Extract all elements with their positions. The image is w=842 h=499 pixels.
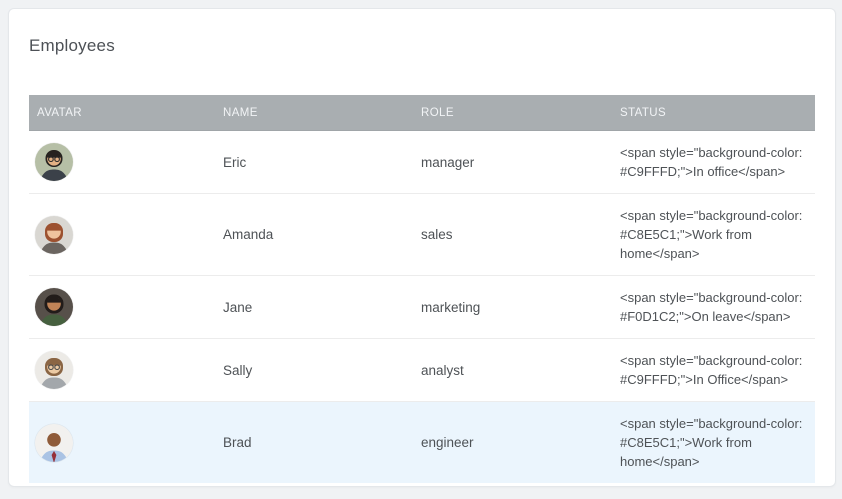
name-cell: Eric — [215, 141, 413, 184]
page-title: Employees — [29, 36, 815, 56]
person-avatar-icon — [35, 424, 73, 462]
avatar-cell — [29, 131, 215, 193]
role-cell: engineer — [413, 421, 612, 464]
employees-table: AVATAR NAME ROLE STATUS — [29, 95, 815, 483]
name-cell: Jane — [215, 286, 413, 329]
role-cell: manager — [413, 141, 612, 184]
table-row-selected[interactable]: Brad engineer <span style="background-co… — [29, 402, 815, 483]
status-raw-html-text: <span style="background-color: #C8E5C1;"… — [620, 414, 806, 471]
person-avatar-icon — [35, 351, 73, 389]
status-cell: <span style="background-color: #C9FFFD;"… — [612, 339, 810, 401]
table-row[interactable]: Amanda sales <span style="background-col… — [29, 194, 815, 276]
status-raw-html-text: <span style="background-color: #C9FFFD;"… — [620, 351, 806, 389]
status-cell: <span style="background-color: #C8E5C1;"… — [612, 402, 810, 483]
table-header-row: AVATAR NAME ROLE STATUS — [29, 95, 815, 131]
role-cell: marketing — [413, 286, 612, 329]
status-raw-html-text: <span style="background-color: #C9FFFD;"… — [620, 143, 806, 181]
name-cell: Amanda — [215, 213, 413, 256]
status-cell: <span style="background-color: #C9FFFD;"… — [612, 131, 810, 193]
avatar — [35, 143, 73, 181]
person-avatar-icon — [35, 143, 73, 181]
employees-card: Employees AVATAR NAME ROLE STATUS — [8, 8, 836, 487]
column-header-status: STATUS — [612, 107, 815, 119]
table-row[interactable]: Sally analyst <span style="background-co… — [29, 339, 815, 402]
avatar-cell — [29, 276, 215, 338]
role-cell: sales — [413, 213, 612, 256]
column-header-name: NAME — [215, 107, 413, 119]
avatar — [35, 351, 73, 389]
avatar — [35, 216, 73, 254]
person-avatar-icon — [35, 288, 73, 326]
avatar — [35, 424, 73, 462]
table-row[interactable]: Eric manager <span style="background-col… — [29, 131, 815, 194]
status-raw-html-text: <span style="background-color: #F0D1C2;"… — [620, 288, 806, 326]
status-cell: <span style="background-color: #F0D1C2;"… — [612, 276, 810, 338]
table-row[interactable]: Jane marketing <span style="background-c… — [29, 276, 815, 339]
name-cell: Brad — [215, 421, 413, 464]
status-raw-html-text: <span style="background-color: #C8E5C1;"… — [620, 206, 806, 263]
avatar-cell — [29, 204, 215, 266]
avatar — [35, 288, 73, 326]
column-header-role: ROLE — [413, 107, 612, 119]
person-avatar-icon — [35, 216, 73, 254]
name-cell: Sally — [215, 349, 413, 392]
column-header-avatar: AVATAR — [29, 107, 215, 119]
role-cell: analyst — [413, 349, 612, 392]
avatar-cell — [29, 339, 215, 401]
status-cell: <span style="background-color: #C8E5C1;"… — [612, 194, 810, 275]
avatar-cell — [29, 412, 215, 474]
